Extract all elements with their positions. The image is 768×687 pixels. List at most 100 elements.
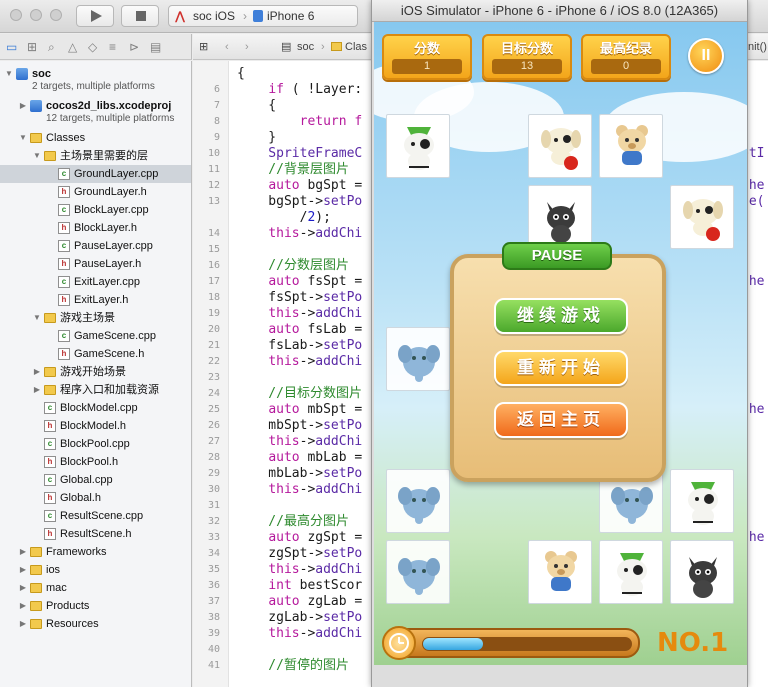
disclosure-closed-icon[interactable]: ▶ — [18, 579, 28, 597]
restart-button[interactable]: 重新开始 — [494, 350, 628, 386]
navigator-file[interactable]: c GameScene.cpp — [0, 327, 191, 345]
breadcrumb-function[interactable]: nit() — [748, 34, 767, 60]
breadcrumb-folder[interactable]: Clas — [345, 34, 367, 60]
navigator-file[interactable]: h ResultScene.h — [0, 525, 191, 543]
navigator-file[interactable]: h Global.h — [0, 489, 191, 507]
code-line[interactable]: auto fsLab = — [237, 322, 362, 338]
navigator-file[interactable]: ▼ soc 2 targets, multiple platforms — [0, 65, 191, 95]
navigator-group[interactable]: ▼ Classes — [0, 129, 191, 147]
pet-tile-cat-green-hat[interactable] — [386, 114, 450, 178]
pet-tile-blue-elephant[interactable] — [386, 540, 450, 604]
navigator-group[interactable]: ▼ 主场景里需要的层 — [0, 147, 191, 165]
symbol-navigator-icon[interactable]: ⊞ — [27, 40, 37, 54]
breakpoint-icon[interactable]: ⊳ — [129, 40, 139, 54]
folder-icon[interactable]: ▭ — [6, 40, 17, 54]
debug-icon[interactable]: ≡ — [109, 40, 116, 54]
code-line[interactable]: /2); — [237, 210, 331, 226]
code-line[interactable]: } — [237, 130, 276, 146]
code-line[interactable]: this->addChi — [237, 562, 362, 578]
code-line[interactable]: //目标分数图片 — [237, 386, 362, 402]
zoom-window-button[interactable] — [50, 9, 62, 21]
navigator-file[interactable]: c Global.cpp — [0, 471, 191, 489]
code-line[interactable]: mbLab->setPo — [237, 466, 362, 482]
code-line[interactable]: if ( !Layer: — [237, 82, 362, 98]
report-icon[interactable]: ▤ — [150, 40, 161, 54]
minimize-window-button[interactable] — [30, 9, 42, 21]
code-line[interactable]: return f — [237, 114, 363, 130]
disclosure-open-icon[interactable]: ▼ — [4, 65, 14, 83]
code-line[interactable]: fsLab->setPo — [237, 338, 362, 354]
code-line[interactable]: auto zgLab = — [237, 594, 362, 610]
resume-button[interactable]: 继续游戏 — [494, 298, 628, 334]
disclosure-closed-icon[interactable]: ▶ — [32, 363, 42, 381]
code-line[interactable]: fsSpt->setPo — [237, 290, 362, 306]
code-line[interactable]: this->addChi — [237, 306, 362, 322]
code-line[interactable]: //分数层图片 — [237, 258, 349, 274]
code-line[interactable]: //最高分图片 — [237, 514, 349, 530]
pet-tile-cat-green-hat[interactable] — [599, 540, 663, 604]
code-line[interactable]: auto bgSpt = — [237, 178, 362, 194]
run-button[interactable] — [76, 5, 114, 27]
code-line[interactable]: { — [237, 98, 276, 114]
navigator-group[interactable]: ▶ Products — [0, 597, 191, 615]
breadcrumb-project[interactable]: soc — [297, 34, 314, 60]
navigator-file[interactable]: h BlockPool.h — [0, 453, 191, 471]
navigator-file[interactable]: c GroundLayer.cpp — [0, 165, 191, 183]
navigator-group[interactable]: ▼ 游戏主场景 — [0, 309, 191, 327]
pet-tile-bear-blue[interactable] — [599, 114, 663, 178]
navigator-file[interactable]: h GameScene.h — [0, 345, 191, 363]
code-line[interactable]: this->addChi — [237, 354, 362, 370]
code-line[interactable]: { — [237, 66, 245, 82]
navigator-group[interactable]: ▶ mac — [0, 579, 191, 597]
code-line[interactable]: int bestScor — [237, 578, 362, 594]
close-window-button[interactable] — [10, 9, 22, 21]
code-line[interactable]: zgSpt->setPo — [237, 546, 362, 562]
pet-tile-black-cat[interactable] — [528, 185, 592, 249]
pet-tile-black-cat[interactable] — [670, 540, 734, 604]
navigator-file[interactable]: c BlockModel.cpp — [0, 399, 191, 417]
scheme-selector[interactable]: ⋀ soc iOS › iPhone 6 — [168, 5, 358, 27]
warning-icon[interactable]: △ — [68, 40, 77, 54]
navigator-file[interactable]: c PauseLayer.cpp — [0, 237, 191, 255]
home-button[interactable]: 返回主页 — [494, 402, 628, 438]
disclosure-closed-icon[interactable]: ▶ — [18, 615, 28, 633]
code-line[interactable]: auto mbLab = — [237, 450, 362, 466]
forward-arrow-icon[interactable]: › — [245, 34, 249, 60]
navigator-group[interactable]: ▶ 程序入口和加载资源 — [0, 381, 191, 399]
disclosure-open-icon[interactable]: ▼ — [32, 309, 42, 327]
disclosure-closed-icon[interactable]: ▶ — [18, 561, 28, 579]
navigator-file[interactable]: h ExitLayer.h — [0, 291, 191, 309]
code-line[interactable]: this->addChi — [237, 482, 362, 498]
disclosure-open-icon[interactable]: ▼ — [18, 129, 28, 147]
navigator-group[interactable]: ▶ Frameworks — [0, 543, 191, 561]
navigator-file[interactable]: h PauseLayer.h — [0, 255, 191, 273]
code-line[interactable]: this->addChi — [237, 626, 362, 642]
stop-button[interactable] — [121, 5, 159, 27]
disclosure-closed-icon[interactable]: ▶ — [18, 97, 28, 115]
code-line[interactable]: auto mbSpt = — [237, 402, 362, 418]
navigator-file[interactable]: h BlockModel.h — [0, 417, 191, 435]
navigator-file[interactable]: c ExitLayer.cpp — [0, 273, 191, 291]
disclosure-open-icon[interactable]: ▼ — [32, 147, 42, 165]
back-arrow-icon[interactable]: ‹ — [225, 34, 229, 60]
navigator-file[interactable]: c BlockLayer.cpp — [0, 201, 191, 219]
code-line[interactable]: this->addChi — [237, 226, 362, 242]
pet-tile-dog-red-ball[interactable] — [528, 114, 592, 178]
navigator-file[interactable]: c BlockPool.cpp — [0, 435, 191, 453]
code-line[interactable]: auto fsSpt = — [237, 274, 362, 290]
code-line[interactable]: //背景层图片 — [237, 162, 349, 178]
pet-tile-blue-elephant[interactable] — [386, 469, 450, 533]
pet-tile-cat-green-hat[interactable] — [670, 469, 734, 533]
code-line[interactable]: this->addChi — [237, 434, 362, 450]
search-icon[interactable]: ⌕ — [48, 40, 55, 54]
code-line[interactable]: zgLab->setPo — [237, 610, 362, 626]
code-line[interactable]: bgSpt->setPo — [237, 194, 362, 210]
navigator-file[interactable]: h GroundLayer.h — [0, 183, 191, 201]
disclosure-closed-icon[interactable]: ▶ — [32, 381, 42, 399]
code-line[interactable]: auto zgSpt = — [237, 530, 362, 546]
game-screen[interactable]: 分数 1 目标分数 13 最高纪录 0 II PAUSE 继续游戏 重新开始 返… — [374, 22, 747, 665]
navigator-group[interactable]: ▶ 游戏开始场景 — [0, 363, 191, 381]
pet-tile-dog-red-ball[interactable] — [670, 185, 734, 249]
navigator-file[interactable]: c ResultScene.cpp — [0, 507, 191, 525]
code-line[interactable]: SpriteFrameC — [237, 146, 362, 162]
